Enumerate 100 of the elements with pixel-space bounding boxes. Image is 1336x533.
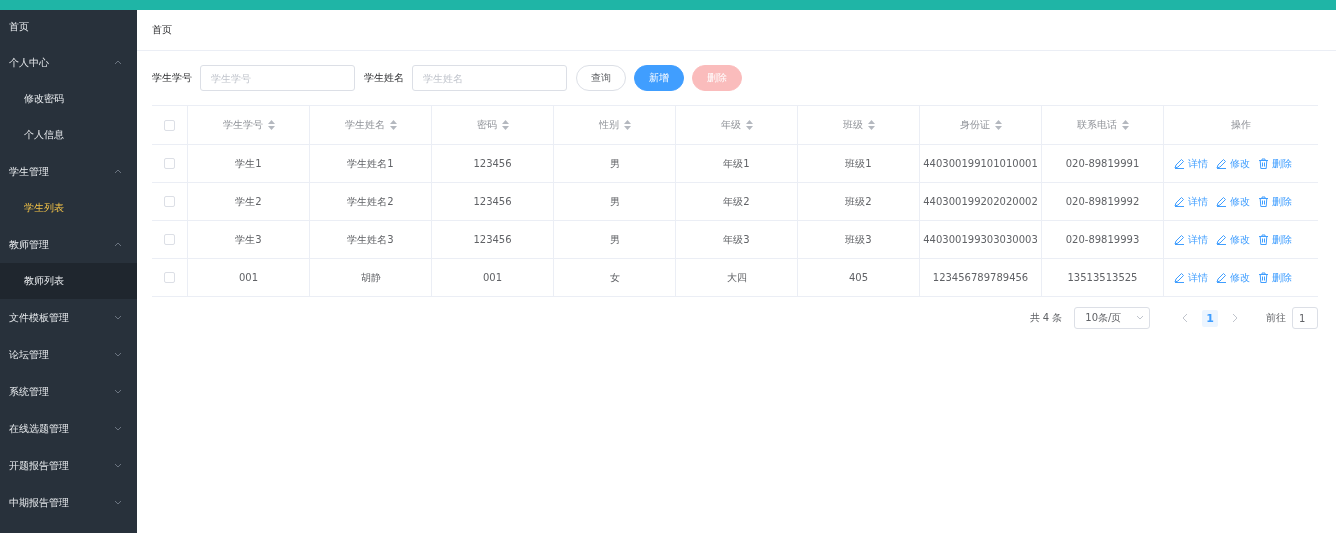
- sidebar-item[interactable]: 学生管理: [0, 153, 137, 190]
- trash-icon: [1258, 196, 1269, 207]
- delete-link[interactable]: 删除: [1258, 194, 1292, 209]
- table-cell: 440300199101010001: [923, 158, 1038, 169]
- collapse-icon: [113, 167, 123, 176]
- edit-link[interactable]: 详情: [1174, 156, 1208, 171]
- sort-icon: [745, 120, 753, 130]
- sidebar-item[interactable]: 论坛管理: [0, 336, 137, 373]
- sidebar-subitem[interactable]: 教师列表: [0, 263, 137, 299]
- edit-link[interactable]: 详情: [1174, 194, 1208, 209]
- column-header[interactable]: 年级: [720, 118, 753, 132]
- column-header[interactable]: 密码: [476, 118, 509, 132]
- collapse-icon: [113, 58, 123, 67]
- table-cell: 440300199202020002: [923, 196, 1038, 207]
- table-cell: 学生姓名3: [347, 232, 394, 247]
- sidebar-item[interactable]: 系统管理: [0, 373, 137, 410]
- table-cell: 13513513525: [1067, 272, 1138, 283]
- edit-link[interactable]: 修改: [1216, 194, 1250, 209]
- sort-icon: [1121, 120, 1129, 130]
- next-icon: [1232, 313, 1238, 323]
- table-cell: 男: [609, 232, 620, 247]
- column-header: 操作: [1231, 118, 1251, 132]
- sidebar-subitem[interactable]: 学生列表: [0, 190, 137, 226]
- edit-link[interactable]: 修改: [1216, 156, 1250, 171]
- pencil-icon: [1174, 196, 1185, 207]
- table-cell: 学生姓名2: [347, 194, 394, 209]
- column-header[interactable]: 学生姓名: [344, 118, 397, 132]
- table-cell: 020-89819991: [1065, 158, 1140, 169]
- pencil-icon: [1174, 234, 1185, 245]
- table-cell: 年级3: [723, 232, 750, 247]
- page-field[interactable]: 1: [1292, 307, 1318, 329]
- page-number[interactable]: 1: [1202, 309, 1218, 327]
- column-header[interactable]: 班级: [842, 118, 875, 132]
- expand-icon: [113, 424, 123, 433]
- add-button[interactable]: 新增: [634, 65, 684, 91]
- table-cell: 年级1: [723, 156, 750, 171]
- sort-icon: [501, 120, 509, 130]
- sort-icon: [994, 120, 1002, 130]
- trash-icon: [1258, 234, 1269, 245]
- checkbox[interactable]: [164, 158, 175, 169]
- table-cell: 123456: [473, 158, 512, 169]
- table-cell: 020-89819993: [1065, 234, 1140, 245]
- field-label: 学生学号: [152, 71, 192, 85]
- sidebar-item[interactable]: 首页: [0, 10, 137, 44]
- sidebar-item[interactable]: 教师管理: [0, 226, 137, 263]
- pencil-icon: [1216, 272, 1227, 283]
- page-size-select[interactable]: 10条/页: [1074, 307, 1151, 329]
- collapse-icon: [113, 240, 123, 249]
- sort-icon: [389, 120, 397, 130]
- field-label: 学生姓名: [364, 71, 404, 85]
- search-button[interactable]: 查询: [576, 65, 626, 91]
- table-cell: 班级3: [845, 232, 872, 247]
- table-cell: 学生3: [235, 232, 262, 247]
- trash-icon: [1258, 272, 1269, 283]
- expand-icon: [113, 461, 123, 470]
- column-header[interactable]: 性别: [598, 118, 631, 132]
- edit-link[interactable]: 修改: [1216, 232, 1250, 247]
- table-cell: 123456: [473, 196, 512, 207]
- breadcrumb-item[interactable]: 首页: [152, 23, 172, 37]
- edit-link[interactable]: 修改: [1216, 270, 1250, 285]
- table-cell: 学生2: [235, 194, 262, 209]
- previous-icon: [1182, 313, 1189, 323]
- table-cell: 男: [609, 194, 620, 209]
- table-cell: 001: [482, 272, 503, 283]
- table-cell: 学生姓名1: [347, 156, 394, 171]
- sidebar-item[interactable]: 个人中心: [0, 44, 137, 81]
- table-cell: 胡静: [360, 270, 381, 285]
- column-header[interactable]: 学生学号: [222, 118, 275, 132]
- table-cell: 男: [609, 156, 620, 171]
- sidebar-subitem[interactable]: 修改密码: [0, 81, 137, 117]
- dropdown-icon: [1136, 315, 1145, 321]
- delete-link[interactable]: 删除: [1258, 156, 1292, 171]
- table-cell: 大四: [726, 270, 747, 285]
- delete-link[interactable]: 删除: [1258, 270, 1292, 285]
- table-cell: 年级2: [723, 194, 750, 209]
- sidebar-item[interactable]: 开题报告管理: [0, 447, 137, 484]
- column-header[interactable]: 联系电话: [1076, 118, 1129, 132]
- checkbox[interactable]: [164, 196, 175, 207]
- sidebar-subitem[interactable]: 个人信息: [0, 117, 137, 153]
- sidebar-item[interactable]: 在线选题管理: [0, 410, 137, 447]
- sort-icon: [267, 120, 275, 130]
- pencil-icon: [1216, 196, 1227, 207]
- expand-icon: [113, 387, 123, 396]
- table-cell: 020-89819992: [1065, 196, 1140, 207]
- checkbox[interactable]: [164, 272, 175, 283]
- sidebar-item[interactable]: 中期报告管理: [0, 484, 137, 521]
- expand-icon: [113, 350, 123, 359]
- expand-icon: [113, 313, 123, 322]
- edit-link[interactable]: 详情: [1174, 232, 1208, 247]
- expand-icon: [113, 498, 123, 507]
- table-cell: 123456: [473, 234, 512, 245]
- column-header[interactable]: 身份证: [959, 118, 1002, 132]
- delete-link[interactable]: 删除: [1258, 232, 1292, 247]
- edit-link[interactable]: 详情: [1174, 270, 1208, 285]
- checkbox[interactable]: [164, 119, 175, 131]
- checkbox[interactable]: [164, 234, 175, 245]
- trash-icon: [1258, 158, 1269, 169]
- sidebar-item[interactable]: 文件模板管理: [0, 299, 137, 336]
- pencil-icon: [1216, 158, 1227, 169]
- table-cell: 405: [848, 272, 869, 283]
